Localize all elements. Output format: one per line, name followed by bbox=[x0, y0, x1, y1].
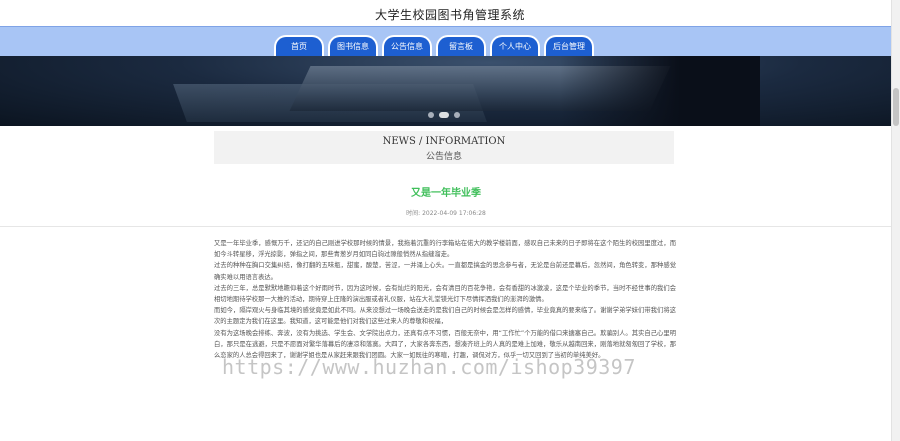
main-nav: 首页 图书信息 公告信息 留言板 个人中心 后台管理 bbox=[0, 26, 892, 57]
nav-item-books[interactable]: 图书信息 bbox=[328, 35, 378, 56]
article-paragraph: 过去的三年，总是默默地瞻仰着这个好雨时节，因为这时候，会有灿烂的阳光，会有清目的… bbox=[214, 284, 676, 304]
site-title: 大学生校园图书角管理系统 bbox=[374, 8, 525, 22]
carousel-dot[interactable] bbox=[454, 112, 460, 118]
divider bbox=[0, 226, 892, 227]
nav-item-message-board[interactable]: 留言板 bbox=[436, 35, 486, 56]
carousel-dots bbox=[428, 112, 460, 118]
nav-items: 首页 图书信息 公告信息 留言板 个人中心 后台管理 bbox=[274, 35, 594, 56]
nav-item-admin[interactable]: 后台管理 bbox=[544, 35, 594, 56]
section-title-cn: 公告信息 bbox=[425, 152, 462, 162]
section-header: NEWS / INFORMATION 公告信息 bbox=[214, 131, 674, 164]
scrollbar-thumb[interactable] bbox=[893, 88, 899, 126]
watermark: https://www.huzhan.com/ishop39397 bbox=[222, 355, 636, 379]
carousel-dot-active[interactable] bbox=[439, 112, 449, 118]
nav-item-announcements[interactable]: 公告信息 bbox=[382, 35, 432, 56]
nav-item-profile[interactable]: 个人中心 bbox=[490, 35, 540, 56]
section-title-en: NEWS / INFORMATION bbox=[382, 136, 506, 147]
banner-image-shape bbox=[560, 56, 760, 126]
article-paragraph: 过去的种种在胸口交集纠结，像打翻的五味瓶，甜蜜，酸楚，苦涩，一并涌上心头。一直都… bbox=[214, 262, 676, 281]
page-scrollbar[interactable] bbox=[891, 0, 900, 441]
article-paragraph: 而如今，隔岸观火与身临其境的感觉竟是如此不同。从来没想过一场晚会送走的是我们自己… bbox=[214, 307, 676, 326]
article-title: 又是一年毕业季 bbox=[411, 188, 481, 199]
nav-item-home[interactable]: 首页 bbox=[274, 35, 324, 56]
carousel-dot[interactable] bbox=[428, 112, 434, 118]
article-paragraph: 又是一年毕业季，感慨万千，还记的自己刚进学校那时候的情景，我拖着沉重的行李箱站在… bbox=[214, 240, 676, 259]
site-header: 大学生校园图书角管理系统 bbox=[0, 0, 900, 26]
article-time: 时间: 2022-04-09 17:06:28 bbox=[406, 210, 486, 217]
article-content: 又是一年毕业季，感慨万千，还记的自己刚进学校那时候的情景，我拖着沉重的行李箱站在… bbox=[214, 238, 676, 361]
